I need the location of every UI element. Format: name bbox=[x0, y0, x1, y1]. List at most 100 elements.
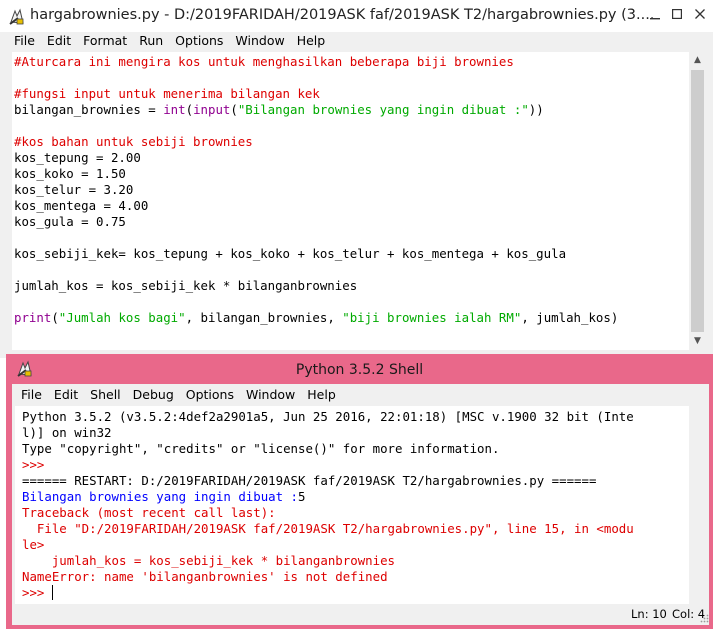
code-token: , bilangan_brownies, bbox=[185, 310, 343, 325]
editor-vertical-scrollbar[interactable]: ▲ ▼ bbox=[689, 52, 706, 350]
menu-options[interactable]: Options bbox=[180, 385, 240, 405]
code-token: ( bbox=[51, 310, 59, 325]
close-icon bbox=[695, 9, 705, 19]
code-token: kos_mentega = 4.00 bbox=[14, 198, 149, 213]
code-line: kos_tepung = 2.00 bbox=[14, 150, 618, 166]
menu-edit[interactable]: Edit bbox=[48, 385, 84, 405]
shell-line: File "D:/2019FARIDAH/2019ASK faf/2019ASK… bbox=[22, 521, 634, 537]
code-line: #fungsi input untuk menerima bilangan ke… bbox=[14, 86, 618, 102]
menu-debug[interactable]: Debug bbox=[127, 385, 180, 405]
code-token: bilangan_brownies = bbox=[14, 102, 164, 117]
code-token: "biji brownies ialah RM" bbox=[342, 310, 522, 325]
code-token: kos_tepung = 2.00 bbox=[14, 150, 141, 165]
code-token: Traceback (most recent call last): bbox=[22, 505, 276, 520]
menu-edit[interactable]: Edit bbox=[41, 31, 77, 51]
code-token: >>> bbox=[22, 457, 52, 472]
shell-line: >>> bbox=[22, 585, 634, 601]
code-token: l)] on win32 bbox=[22, 425, 112, 440]
maximize-button[interactable] bbox=[668, 0, 686, 28]
shell-menu-bar: File Edit Shell Debug Options Window Help bbox=[15, 385, 342, 405]
code-line: kos_koko = 1.50 bbox=[14, 166, 618, 182]
editor-window-title: hargabrownies.py - D:/2019FARIDAH/2019AS… bbox=[30, 7, 655, 23]
minimize-icon bbox=[650, 18, 660, 20]
code-token: ====== RESTART: D:/2019FARIDAH/2019ASK f… bbox=[22, 473, 597, 488]
code-line: kos_mentega = 4.00 bbox=[14, 198, 618, 214]
code-line: bilangan_brownies = int(input("Bilangan … bbox=[14, 102, 618, 118]
code-token: int bbox=[163, 102, 186, 117]
code-token: kos_telur = 3.20 bbox=[14, 182, 134, 197]
menu-help[interactable]: Help bbox=[291, 31, 332, 51]
menu-format[interactable]: Format bbox=[77, 31, 133, 51]
shell-line: Type "copyright", "credits" or "license(… bbox=[22, 441, 634, 457]
menu-shell[interactable]: Shell bbox=[84, 385, 127, 405]
code-line: #kos bahan untuk sebiji brownies bbox=[14, 134, 618, 150]
shell-line: le> bbox=[22, 537, 634, 553]
shell-line: Python 3.5.2 (v3.5.2:4def2a2901a5, Jun 2… bbox=[22, 409, 634, 425]
shell-line: Bilangan brownies yang ingin dibuat :5 bbox=[22, 489, 634, 505]
shell-line: jumlah_kos = kos_sebiji_kek * bilanganbr… bbox=[22, 553, 634, 569]
scroll-down-arrow-icon[interactable]: ▼ bbox=[689, 333, 706, 350]
shell-window: Python 3.5.2 Shell File Edit Shell Debug Opt… bbox=[6, 354, 713, 629]
code-token: NameError: name 'bilanganbrownies' is no… bbox=[22, 569, 388, 584]
code-token: Bilangan brownies yang ingin dibuat : bbox=[22, 489, 299, 504]
close-button[interactable] bbox=[688, 0, 712, 28]
editor-code[interactable]: #Aturcara ini mengira kos untuk menghasi… bbox=[14, 54, 618, 326]
code-token: , jumlah_kos) bbox=[521, 310, 619, 325]
code-line: kos_telur = 3.20 bbox=[14, 182, 618, 198]
code-token: "Jumlah kos bagi" bbox=[58, 310, 186, 325]
menu-window[interactable]: Window bbox=[229, 31, 290, 51]
status-bar: Ln: 10 Col: 4 bbox=[12, 604, 709, 625]
code-token: ( bbox=[185, 102, 194, 117]
code-token: )) bbox=[528, 102, 544, 117]
menu-file[interactable]: File bbox=[15, 385, 48, 405]
code-token: input bbox=[193, 102, 231, 117]
code-token: le> bbox=[22, 537, 45, 552]
scroll-up-arrow-icon[interactable]: ▲ bbox=[689, 52, 706, 69]
shell-line: l)] on win32 bbox=[22, 425, 634, 441]
code-token: Type "copyright", "credits" or "license(… bbox=[22, 441, 500, 456]
code-line: jumlah_kos = kos_sebiji_kek * bilanganbr… bbox=[14, 278, 618, 294]
idle-icon bbox=[9, 8, 24, 25]
code-token: ( bbox=[230, 102, 238, 117]
editor-window: hargabrownies.py - D:/2019FARIDAH/2019AS… bbox=[0, 0, 713, 358]
code-line: #Aturcara ini mengira kos untuk menghasi… bbox=[14, 54, 618, 70]
code-token: 5 bbox=[298, 489, 306, 504]
code-line: kos_sebiji_kek= kos_tepung + kos_koko + … bbox=[14, 246, 618, 262]
text-cursor bbox=[51, 585, 54, 600]
menu-run[interactable]: Run bbox=[133, 31, 169, 51]
code-token: jumlah_kos = kos_sebiji_kek * bilanganbr… bbox=[22, 553, 395, 568]
code-token: Python 3.5.2 (v3.5.2:4def2a2901a5, Jun 2… bbox=[22, 409, 634, 424]
shell-title-bar[interactable]: Python 3.5.2 Shell bbox=[6, 354, 713, 384]
minimize-button[interactable] bbox=[645, 0, 665, 28]
status-line: Ln: 10 bbox=[631, 607, 667, 621]
shell-line: ====== RESTART: D:/2019FARIDAH/2019ASK f… bbox=[22, 473, 634, 489]
code-token: #Aturcara ini mengira kos untuk menghasi… bbox=[14, 54, 514, 69]
menu-help[interactable]: Help bbox=[301, 385, 342, 405]
editor-menu-bar: File Edit Format Run Options Window Help bbox=[8, 31, 331, 51]
shell-text-area[interactable]: Python 3.5.2 (v3.5.2:4def2a2901a5, Jun 2… bbox=[15, 406, 689, 604]
code-token: "Bilangan brownies yang ingin dibuat :" bbox=[237, 102, 529, 117]
menu-options[interactable]: Options bbox=[169, 31, 229, 51]
editor-text-area[interactable]: #Aturcara ini mengira kos untuk menghasi… bbox=[12, 52, 689, 350]
menu-file[interactable]: File bbox=[8, 31, 41, 51]
shell-client-area: File Edit Shell Debug Options Window Help Pyth… bbox=[12, 384, 709, 625]
menu-window[interactable]: Window bbox=[240, 385, 301, 405]
code-token: #fungsi input untuk menerima bilangan ke… bbox=[14, 86, 320, 101]
code-token: jumlah_kos = kos_sebiji_kek * bilanganbr… bbox=[14, 278, 358, 293]
scrollbar-thumb[interactable] bbox=[691, 70, 704, 332]
shell-line: >>> bbox=[22, 457, 634, 473]
code-token: >>> bbox=[22, 585, 52, 600]
shell-window-title: Python 3.5.2 Shell bbox=[295, 362, 424, 378]
code-token: print bbox=[14, 310, 52, 325]
code-token: kos_gula = 0.75 bbox=[14, 214, 126, 229]
code-token: File "D:/2019FARIDAH/2019ASK faf/2019ASK… bbox=[22, 521, 634, 536]
editor-title-bar[interactable]: hargabrownies.py - D:/2019FARIDAH/2019AS… bbox=[0, 0, 713, 32]
code-token: kos_koko = 1.50 bbox=[14, 166, 126, 181]
shell-output[interactable]: Python 3.5.2 (v3.5.2:4def2a2901a5, Jun 2… bbox=[22, 409, 634, 601]
code-token: #kos bahan untuk sebiji brownies bbox=[14, 134, 253, 149]
resize-grip-icon[interactable] bbox=[700, 614, 709, 623]
